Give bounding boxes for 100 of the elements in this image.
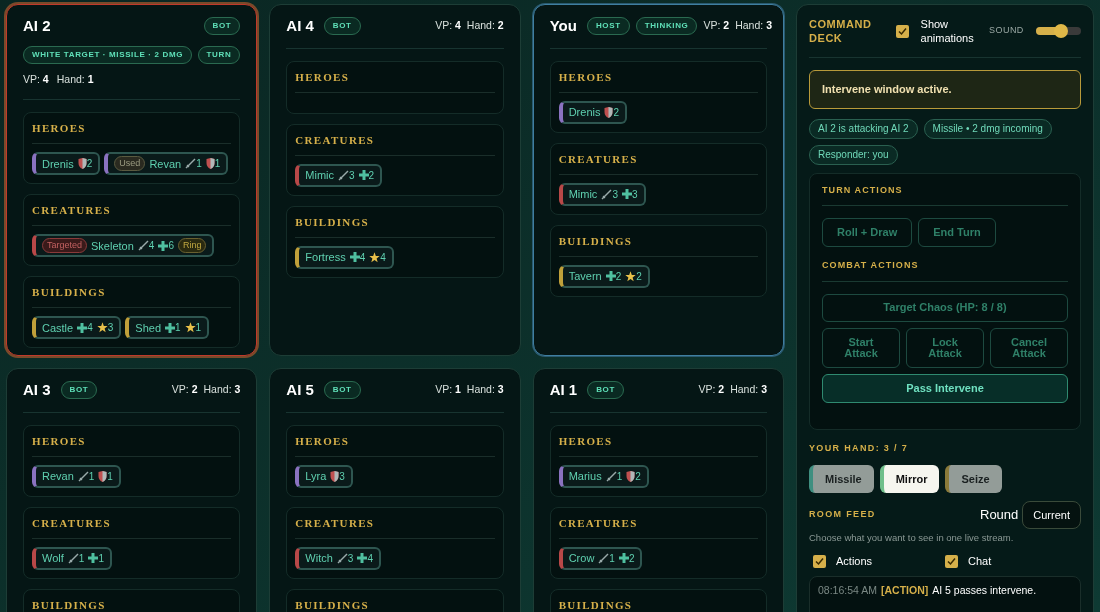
stat-value: 1 <box>107 469 113 484</box>
stat-value: 1 <box>195 321 202 336</box>
card-name: Lyra <box>305 468 327 484</box>
stat-value: 3 <box>631 187 638 202</box>
stat-value: 3 <box>349 168 355 183</box>
section-title: BUILDINGS <box>558 597 758 612</box>
player-name: AI 3 <box>23 380 51 400</box>
unit-card[interactable]: Fortress 4 4 <box>295 245 394 269</box>
unit-card[interactable]: Drenis 2 <box>32 152 101 176</box>
card-tag: Ring <box>177 238 207 254</box>
plus-icon <box>357 553 368 563</box>
info-chip: AI 2 is attacking AI 2 <box>809 118 918 139</box>
player-stat: Hand: 3 <box>203 382 241 398</box>
unit-card[interactable]: Tavern 2 2 <box>558 264 650 288</box>
unit-card[interactable]: Mimic 3 2 <box>295 163 383 187</box>
action-button[interactable]: Pass Intervene <box>822 373 1068 403</box>
plus-icon <box>605 271 616 281</box>
status-badge: THINKING <box>635 17 698 36</box>
plus-icon <box>77 322 88 333</box>
unit-card[interactable]: Witch 3 4 <box>295 546 381 570</box>
stat-value: 6 <box>168 239 174 254</box>
stat-value: 2 <box>86 157 93 172</box>
stat-value: 4 <box>359 250 366 265</box>
checkbox[interactable] <box>896 24 909 38</box>
unit-card[interactable]: Revan 1 1 <box>32 464 121 488</box>
card-name: Revan <box>149 156 182 172</box>
unit-card[interactable]: Mimic 3 3 <box>558 182 646 206</box>
stat-value: 3 <box>107 321 114 336</box>
unit-card[interactable]: Wolf 1 1 <box>32 546 112 570</box>
stat-value: 1 <box>98 551 104 566</box>
unit-card[interactable]: Lyra 3 <box>295 464 353 488</box>
unit-card[interactable]: Targeted Skeleton 4 6 Ring <box>32 234 215 258</box>
info-chip: Missile • 2 dmg incoming <box>923 118 1052 139</box>
plus-icon <box>358 170 369 180</box>
slider-label: SOUND <box>989 24 1024 38</box>
stat-value: 2 <box>635 469 641 484</box>
alert-banner: Intervene window active. <box>809 70 1081 109</box>
player-stat: Hand: 1 <box>56 71 94 87</box>
log-text: AI 5 passes intervene. <box>932 582 1037 598</box>
plus-icon <box>88 553 99 563</box>
card-name: Crow <box>568 550 595 566</box>
stat-value: 1 <box>609 551 615 566</box>
card-tag: Targeted <box>42 238 88 254</box>
star-icon <box>184 322 196 334</box>
player-name: AI 2 <box>23 16 51 36</box>
unit-card[interactable]: Marius 1 2 <box>558 464 649 488</box>
unit-card[interactable]: Castle 4 3 <box>32 316 122 340</box>
checkbox[interactable] <box>945 555 958 568</box>
status-badge: WHITE TARGET · MISSILE · 2 DMG <box>23 45 193 64</box>
card-name: Revan <box>42 468 74 484</box>
stat-value: 4 <box>87 321 93 336</box>
hint-text: Choose what you want to see in one live stream. <box>809 531 1015 545</box>
unit-card[interactable]: Drenis 2 <box>558 100 627 124</box>
player-name: AI 5 <box>286 380 314 400</box>
info-chip: Responder: you <box>809 144 898 165</box>
section-title: CREATURES <box>32 203 232 227</box>
checkbox[interactable] <box>813 555 826 568</box>
round-select[interactable]: Current <box>1022 501 1081 529</box>
status-badge: BOT <box>203 17 241 36</box>
status-badge: HOST <box>586 17 630 36</box>
hand-card[interactable]: Seize <box>945 465 1002 493</box>
player-name: AI 1 <box>549 380 578 400</box>
stat-value: 3 <box>612 187 618 202</box>
sword-icon <box>601 188 613 200</box>
player-stat: VP: 2 <box>703 18 730 34</box>
status-badge: BOT <box>323 17 361 36</box>
sword-icon <box>338 169 350 181</box>
plus-icon <box>158 240 169 251</box>
shield-icon <box>205 158 215 170</box>
stat-value: 3 <box>347 551 354 566</box>
section-title: ROOM FEED <box>809 508 876 522</box>
player-stat: VP: 4 <box>23 71 49 87</box>
unit-card[interactable]: Crow 1 2 <box>558 546 643 570</box>
hand-card[interactable]: Mirror <box>879 465 940 493</box>
player-stat: VP: 2 <box>698 382 725 398</box>
stat-value: 1 <box>196 157 202 172</box>
sound-slider[interactable] <box>1035 27 1081 35</box>
unit-card[interactable]: Used Revan 1 1 <box>104 152 229 176</box>
sword-icon <box>598 552 610 564</box>
hand-card[interactable]: Missile <box>809 465 874 493</box>
section-title: BUILDINGS <box>295 597 495 612</box>
section-title: CREATURES <box>558 151 758 175</box>
card-tag: Used <box>114 156 146 172</box>
card-name: Mimic <box>568 186 598 202</box>
sword-icon <box>77 470 89 482</box>
stat-value: 4 <box>380 250 386 265</box>
section-title: HEROES <box>32 121 232 145</box>
shield-icon <box>77 158 87 170</box>
status-badge: TURN <box>197 45 241 64</box>
status-badge: BOT <box>323 381 361 400</box>
star-icon <box>369 251 381 263</box>
stat-value: 2 <box>613 105 619 120</box>
unit-card[interactable]: Shed 1 1 <box>125 316 210 340</box>
plus-icon <box>165 322 175 333</box>
sword-icon <box>336 552 348 564</box>
panel-title: COMMAND DECK <box>809 17 873 45</box>
status-badge: BOT <box>60 381 98 400</box>
checkbox-label: Chat <box>968 554 992 570</box>
stat-value: 1 <box>616 469 623 484</box>
star-icon <box>96 322 108 334</box>
